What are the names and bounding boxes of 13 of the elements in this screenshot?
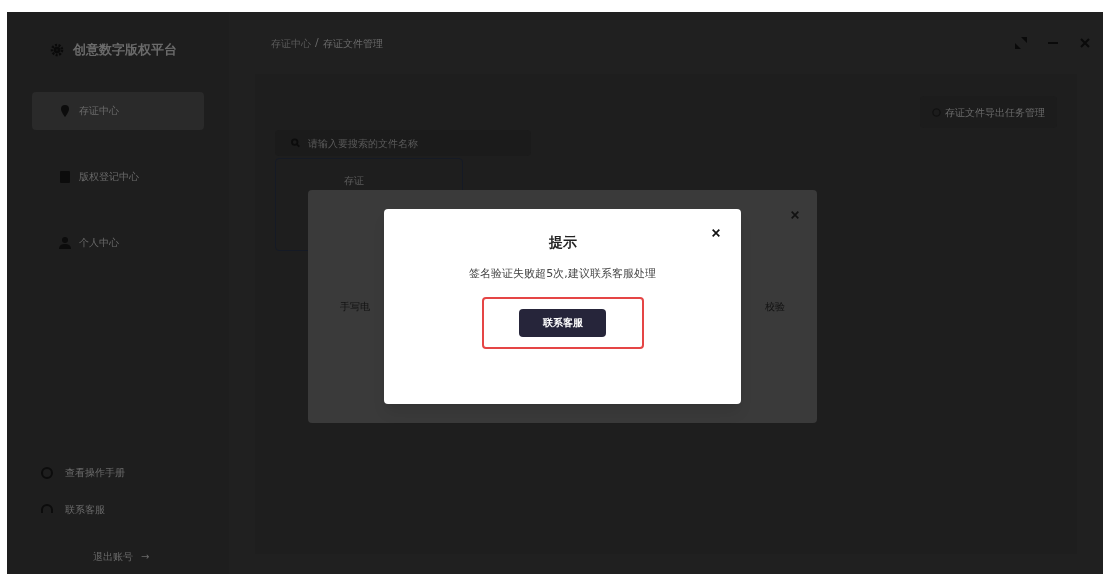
dialog-title: 提示 bbox=[548, 233, 577, 252]
sidebar-item[interactable]: 个人中心 bbox=[32, 223, 204, 262]
pin-icon bbox=[59, 104, 71, 117]
breadcrumb-separator: / bbox=[315, 34, 319, 51]
sidebar-link[interactable]: 联系客服 bbox=[41, 502, 229, 517]
sidebar-item[interactable]: 版权登记中心 bbox=[32, 157, 204, 196]
close-icon[interactable] bbox=[711, 228, 721, 238]
breadcrumb-current: 存证文件管理 bbox=[322, 36, 383, 51]
sidebar-link[interactable]: 查看操作手册 bbox=[41, 465, 229, 480]
logout-button[interactable]: 退出账号 → bbox=[93, 549, 229, 564]
app-logo-text: 创意数字版权平台 bbox=[73, 41, 177, 59]
contact-support-button[interactable]: 联系客服 bbox=[519, 308, 606, 337]
dialog-message: 签名验证失败超5次,建议联系客服处理 bbox=[469, 266, 656, 282]
